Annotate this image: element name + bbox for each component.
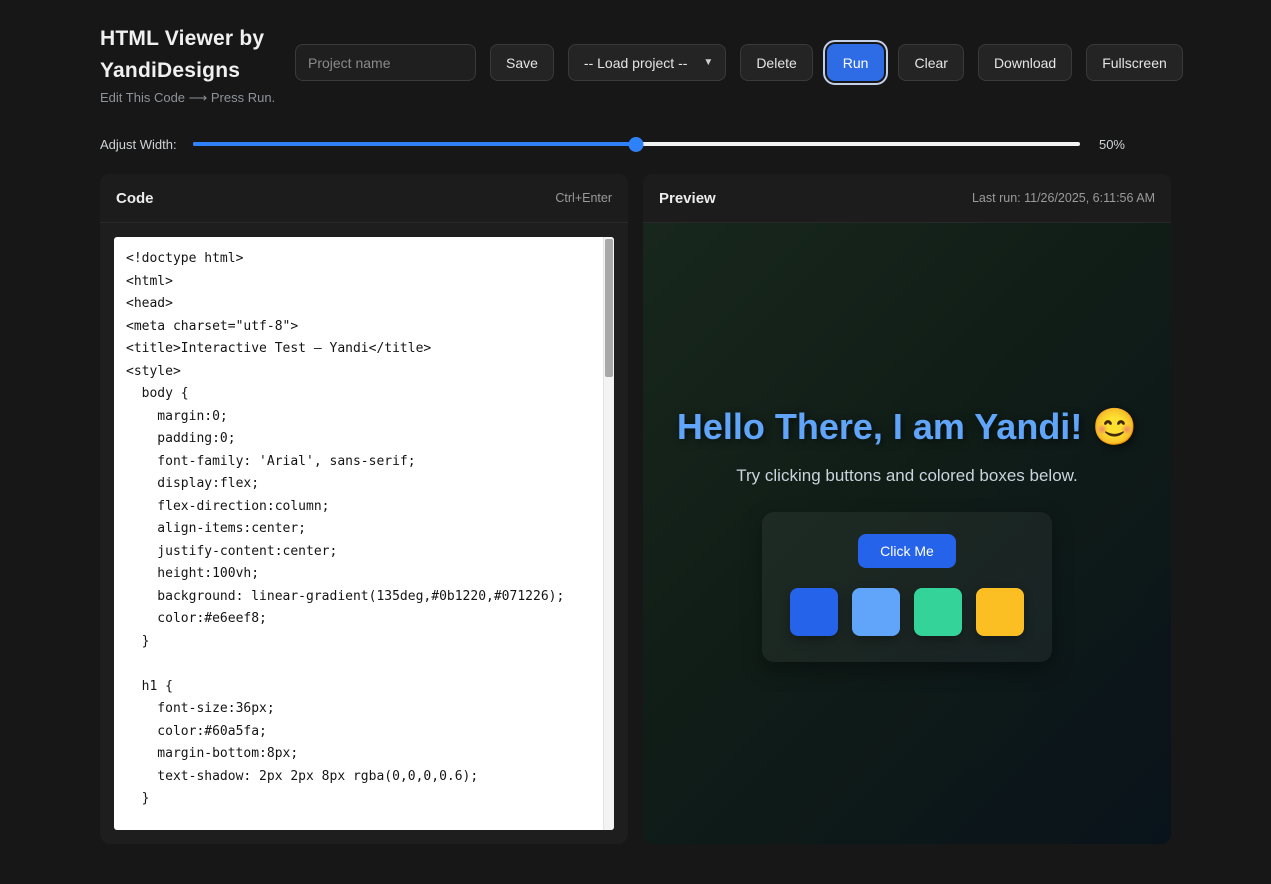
fullscreen-button[interactable]: Fullscreen (1086, 44, 1183, 81)
chevron-down-icon: ▼ (703, 57, 714, 68)
preview-panel-header: Preview Last run: 11/26/2025, 6:11:56 AM (643, 174, 1171, 223)
main-panels: Code Ctrl+Enter <!doctype html> <html> <… (100, 174, 1171, 844)
width-value-label: 50% (1098, 136, 1125, 152)
preview-subheading: Try clicking buttons and colored boxes b… (736, 465, 1078, 485)
app: HTML Viewer by YandiDesigns Edit This Co… (100, 0, 1183, 844)
editor-scrollbar[interactable] (603, 237, 614, 830)
clear-button[interactable]: Clear (898, 44, 964, 81)
save-button[interactable]: Save (490, 44, 554, 81)
brand: HTML Viewer by YandiDesigns Edit This Co… (100, 23, 295, 106)
width-control-row: Adjust Width: 50% (100, 136, 1171, 152)
width-slider-thumb[interactable] (628, 137, 644, 152)
adjust-width-label: Adjust Width: (100, 136, 177, 152)
header: HTML Viewer by YandiDesigns Edit This Co… (100, 23, 1183, 106)
code-shortcut-hint: Ctrl+Enter (555, 191, 612, 205)
code-panel-header: Code Ctrl+Enter (100, 174, 628, 223)
load-project-selected-label: -- Load project -- (583, 54, 688, 71)
editor-scrollbar-thumb[interactable] (605, 239, 613, 377)
code-content[interactable]: <!doctype html> <html> <head> <meta char… (114, 237, 614, 830)
code-panel-title: Code (116, 189, 154, 207)
color-box[interactable] (976, 587, 1024, 636)
preview-panel: Preview Last run: 11/26/2025, 6:11:56 AM… (643, 174, 1171, 844)
toolbar: Save -- Load project -- ▼ Delete Run Cle… (295, 44, 1183, 81)
app-subtitle: Edit This Code ⟶ Press Run. (100, 90, 276, 105)
download-button[interactable]: Download (977, 44, 1073, 81)
project-name-input[interactable] (295, 44, 476, 81)
code-editor[interactable]: <!doctype html> <html> <head> <meta char… (114, 237, 614, 830)
preview-card: Click Me (762, 511, 1052, 662)
code-panel-body: <!doctype html> <html> <head> <meta char… (100, 223, 628, 844)
color-box[interactable] (914, 587, 962, 636)
app-title: HTML Viewer by YandiDesigns (100, 27, 265, 82)
last-run-timestamp: Last run: 11/26/2025, 6:11:56 AM (971, 191, 1155, 205)
color-box[interactable] (852, 587, 900, 636)
code-panel: Code Ctrl+Enter <!doctype html> <html> <… (100, 174, 628, 844)
width-slider-fill (192, 142, 637, 146)
preview-panel-title: Preview (659, 189, 716, 207)
width-slider[interactable] (192, 136, 1080, 152)
preview-viewport: Hello There, I am Yandi! 😊 Try clicking … (643, 223, 1171, 844)
preview-heading: Hello There, I am Yandi! 😊 (676, 405, 1138, 447)
load-project-select[interactable]: -- Load project -- ▼ (567, 44, 727, 81)
click-me-button[interactable]: Click Me (858, 533, 956, 568)
run-button[interactable]: Run (826, 44, 885, 81)
delete-button[interactable]: Delete (740, 44, 813, 81)
color-box[interactable] (790, 587, 838, 636)
color-box-row (790, 587, 1024, 636)
